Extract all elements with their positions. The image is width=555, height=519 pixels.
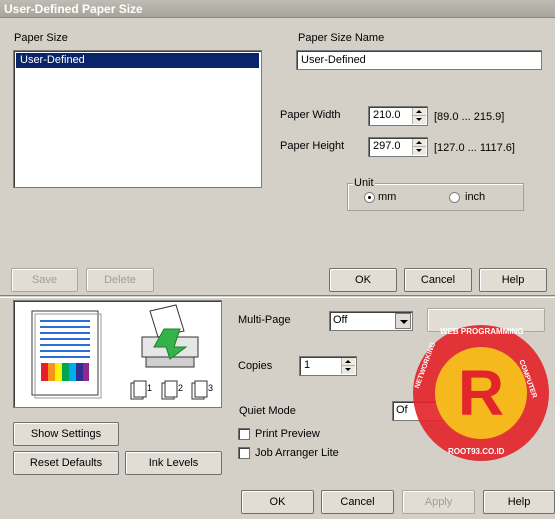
paper-height-label: Paper Height (280, 140, 345, 152)
print-preview-checkbox[interactable] (238, 428, 250, 440)
paper-height-range: [127.0 ... 1117.6] (434, 142, 515, 154)
paper-width-range: [89.0 ... 215.9] (434, 111, 505, 123)
reset-defaults-button[interactable]: Reset Defaults (13, 451, 119, 475)
ink-levels-button[interactable]: Ink Levels (125, 451, 222, 475)
separator (0, 295, 555, 298)
copies-down-button[interactable] (342, 366, 355, 374)
unit-inch-label: inch (465, 191, 486, 203)
arrow-down-icon (416, 118, 422, 121)
unit-inch-radio[interactable] (449, 192, 460, 203)
paper-height-up-button[interactable] (413, 139, 426, 147)
paper-size-list[interactable]: User-Defined (13, 50, 262, 188)
preview-graphics (31, 304, 208, 400)
page-thumbnail-icon (31, 310, 102, 399)
job-arranger-label: Job Arranger Lite (255, 447, 339, 459)
unit-groupbox: Unit mm inch (347, 177, 524, 211)
unit-mm-radio[interactable] (364, 192, 375, 203)
unit-mm-label: mm (378, 191, 397, 203)
paper-width-spinner[interactable]: 210.0 (368, 106, 428, 126)
paper-height-spinner[interactable]: 297.0 (368, 137, 428, 157)
paper-height-value: 297.0 (373, 140, 401, 152)
paper-size-label: Paper Size (14, 32, 68, 44)
title-bar: User-Defined Paper Size (0, 0, 555, 18)
copies-up-button[interactable] (342, 358, 355, 366)
paper-height-down-button[interactable] (413, 147, 426, 155)
paper-width-up-button[interactable] (413, 108, 426, 116)
paper-width-value: 210.0 (373, 109, 401, 121)
ok-button[interactable]: OK (329, 268, 397, 292)
arrow-up-icon (345, 360, 351, 363)
collate-page-3: 3 (208, 383, 214, 393)
main-help-button[interactable]: Help (483, 490, 555, 514)
watermark-logo: R WEB PROGRAMMING NETWORKING COMPUTER RO… (406, 315, 555, 475)
window-title: User-Defined Paper Size (4, 2, 143, 16)
copies-value: 1 (304, 359, 311, 371)
watermark-bottom-text: ROOT93.CO.ID (448, 447, 505, 456)
quiet-mode-label: Quiet Mode (239, 405, 296, 417)
paper-width-down-button[interactable] (413, 116, 426, 124)
save-button[interactable]: Save (11, 268, 78, 292)
cancel-button[interactable]: Cancel (404, 268, 472, 292)
arrow-up-icon (416, 141, 422, 144)
printer-icon (141, 304, 199, 368)
arrow-up-icon (416, 110, 422, 113)
main-cancel-button[interactable]: Cancel (321, 490, 394, 514)
copies-label: Copies (238, 360, 273, 372)
main-ok-button[interactable]: OK (241, 490, 314, 514)
collate-page-2: 2 (178, 383, 184, 393)
paper-size-name-input[interactable]: User-Defined (296, 50, 542, 70)
job-arranger-checkbox[interactable] (238, 447, 250, 459)
copies-spinner[interactable]: 1 (299, 356, 357, 376)
help-button[interactable]: Help (479, 268, 547, 292)
arrow-down-icon (345, 368, 351, 371)
multi-page-select[interactable]: Off (329, 311, 413, 331)
paper-width-label: Paper Width (280, 109, 341, 121)
paper-size-name-label: Paper Size Name (298, 32, 385, 44)
watermark-letter: R (458, 357, 504, 429)
arrow-down-icon (416, 149, 422, 152)
paper-size-item-user-defined[interactable]: User-Defined (16, 53, 259, 68)
collate-pages-icon (130, 380, 208, 400)
print-preview-panel: 1 2 3 (13, 300, 222, 408)
delete-button[interactable]: Delete (86, 268, 154, 292)
unit-label: Unit (353, 177, 375, 189)
multi-page-label: Multi-Page (238, 314, 291, 326)
apply-button[interactable]: Apply (402, 490, 475, 514)
show-settings-button[interactable]: Show Settings (13, 422, 119, 446)
multi-page-value: Off (333, 314, 348, 326)
print-preview-label: Print Preview (255, 428, 320, 440)
collate-page-1: 1 (147, 383, 153, 393)
watermark-top-text: WEB PROGRAMMING (440, 327, 524, 336)
